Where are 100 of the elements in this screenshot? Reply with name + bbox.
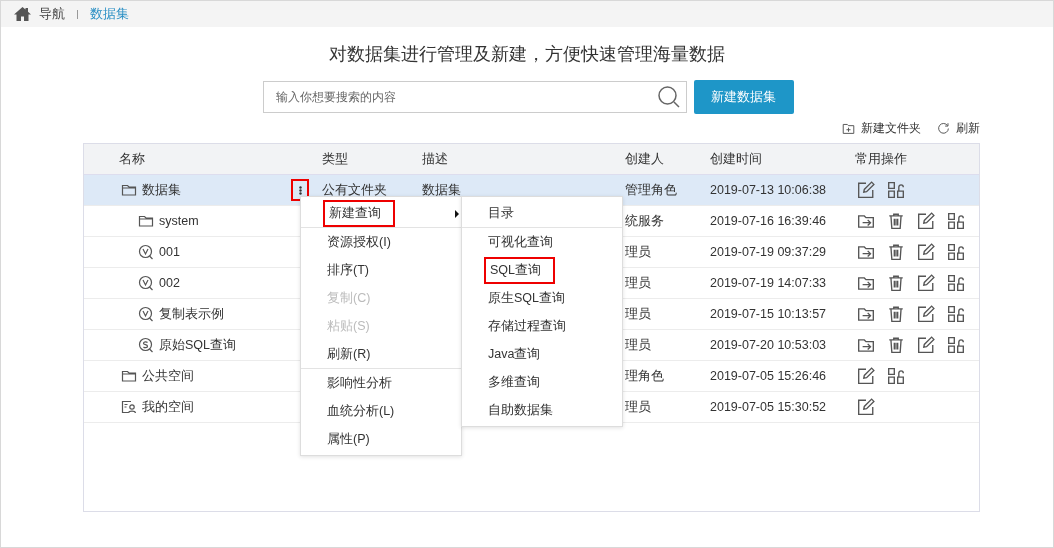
view-icon <box>138 275 154 291</box>
new-folder-button[interactable]: 新建文件夹 <box>842 119 921 137</box>
permission-icon[interactable] <box>947 336 965 354</box>
permission-icon[interactable] <box>947 212 965 230</box>
permission-icon[interactable] <box>947 274 965 292</box>
edit-icon[interactable] <box>857 367 875 385</box>
menu-item-label: Java查询 <box>487 345 542 363</box>
new-folder-icon <box>842 121 855 135</box>
menu-item[interactable]: 属性(P) <box>301 425 461 453</box>
menu-item[interactable]: 资源授权(I) <box>301 228 461 256</box>
move-to-folder-icon[interactable] <box>857 243 875 261</box>
home-icon[interactable] <box>14 7 31 21</box>
breadcrumb-link[interactable]: 导航 <box>39 5 65 23</box>
menu-item-label: 资源授权(I) <box>326 233 392 251</box>
move-to-folder-icon[interactable] <box>857 212 875 230</box>
edit-icon[interactable] <box>917 336 935 354</box>
name-cell: 我的空间 <box>142 398 194 416</box>
description-cell-text: 数据集 <box>422 181 462 199</box>
creator-cell-text: 管理角色 <box>625 181 678 199</box>
delete-icon[interactable] <box>887 274 905 292</box>
type-cell-text: 公有文件夹 <box>322 181 388 199</box>
edit-icon[interactable] <box>917 274 935 292</box>
time-cell-text: 2019-07-19 14:07:33 <box>710 276 828 290</box>
menu-item[interactable]: 多维查询 <box>462 368 622 396</box>
time-cell-text: 2019-07-05 15:26:46 <box>710 369 828 383</box>
folder-icon <box>121 182 137 198</box>
delete-icon[interactable] <box>887 212 905 230</box>
view-icon <box>138 306 154 322</box>
permission-icon[interactable] <box>947 243 965 261</box>
move-to-folder-icon[interactable] <box>857 336 875 354</box>
more-icon <box>298 185 302 195</box>
menu-item[interactable]: 目录 <box>462 199 622 228</box>
menu-item-label: 自助数据集 <box>487 401 554 419</box>
menu-item[interactable]: 影响性分析 <box>301 369 461 397</box>
delete-icon[interactable] <box>887 243 905 261</box>
name-cell: 原始SQL查询 <box>159 336 236 354</box>
time-cell-text: 2019-07-20 10:53:03 <box>710 338 828 352</box>
menu-item-label: 刷新(R) <box>326 345 372 363</box>
time-cell-text: 2019-07-16 16:39:46 <box>710 214 828 228</box>
permission-icon[interactable] <box>887 367 905 385</box>
menu-item-label: 影响性分析 <box>326 374 393 392</box>
creator-cell-text: 理角色 <box>625 367 665 385</box>
menu-item-label: 粘贴(S) <box>326 317 371 335</box>
column-header: 创建人 <box>625 150 665 168</box>
column-header: 描述 <box>422 150 449 168</box>
menu-item-label: 可视化查询 <box>487 233 554 251</box>
creator-cell-text: 理员 <box>625 305 652 323</box>
creator-cell-text: 理员 <box>625 274 652 292</box>
name-cell: 002 <box>159 276 180 290</box>
menu-item[interactable]: 可视化查询 <box>462 228 622 256</box>
name-cell: system <box>159 214 199 228</box>
column-header: 名称 <box>118 150 146 168</box>
menu-item[interactable]: 血统分析(L) <box>301 397 461 425</box>
edit-icon[interactable] <box>917 212 935 230</box>
move-to-folder-icon[interactable] <box>857 305 875 323</box>
edit-icon[interactable] <box>857 398 875 416</box>
menu-item-label: SQL查询 <box>484 256 555 284</box>
menu-item-label: 存储过程查询 <box>487 317 567 335</box>
refresh-button[interactable]: 刷新 <box>937 119 980 137</box>
menu-item-label: 多维查询 <box>487 373 541 391</box>
creator-cell-text: 理员 <box>625 336 652 354</box>
name-cell: 复制表示例 <box>159 305 224 323</box>
column-header: 创建时间 <box>710 150 763 168</box>
refresh-icon <box>937 121 950 135</box>
time-cell-text: 2019-07-05 15:30:52 <box>710 400 828 414</box>
view-icon <box>138 244 154 260</box>
sql-icon <box>138 337 154 353</box>
permission-icon[interactable] <box>947 305 965 323</box>
menu-item-label: 血统分析(L) <box>326 402 396 420</box>
edit-icon[interactable] <box>857 181 875 199</box>
time-cell-text: 2019-07-19 09:37:29 <box>710 245 828 259</box>
permission-icon[interactable] <box>887 181 905 199</box>
column-header: 常用操作 <box>855 150 908 168</box>
column-header: 类型 <box>322 150 349 168</box>
folder-icon <box>138 213 154 229</box>
name-cell: 公共空间 <box>142 367 194 385</box>
personal-space-icon <box>121 399 137 415</box>
delete-icon[interactable] <box>887 305 905 323</box>
search-field[interactable]: 输入你想要搜索的内容 <box>262 81 687 113</box>
creator-cell-text: 统服务 <box>625 212 665 230</box>
creator-cell-text: 理员 <box>625 398 652 416</box>
edit-icon[interactable] <box>917 305 935 323</box>
menu-item-label: 目录 <box>487 204 515 222</box>
menu-item[interactable]: 新建查询 <box>301 199 461 228</box>
delete-icon[interactable] <box>887 336 905 354</box>
folder-icon <box>121 368 137 384</box>
page-heading: 对数据集进行管理及新建，方便快速管理海量数据 <box>328 43 726 66</box>
menu-item[interactable]: Java查询 <box>462 340 622 368</box>
menu-item-label: 新建查询 <box>323 199 395 227</box>
name-cell: 001 <box>159 245 180 259</box>
move-to-folder-icon[interactable] <box>857 274 875 292</box>
name-cell: 数据集 <box>142 181 181 199</box>
menu-item[interactable]: 自助数据集 <box>462 396 622 424</box>
menu-item[interactable]: 存储过程查询 <box>462 312 622 340</box>
search-icon[interactable] <box>656 85 681 109</box>
menu-item-label: 属性(P) <box>326 430 371 448</box>
time-cell-text: 2019-07-13 10:06:38 <box>710 183 828 197</box>
creator-cell-text: 理员 <box>625 243 652 261</box>
time-cell-text: 2019-07-15 10:13:57 <box>710 307 828 321</box>
edit-icon[interactable] <box>917 243 935 261</box>
